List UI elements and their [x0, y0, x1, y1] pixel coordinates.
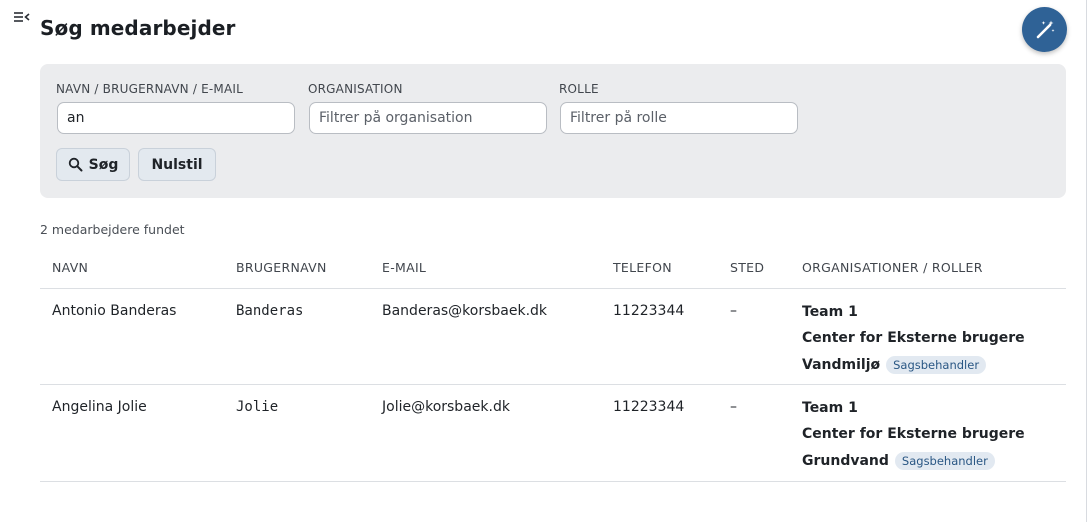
- organisation-filter-input[interactable]: [309, 102, 547, 134]
- organisation-filter-label: ORGANISATION: [308, 82, 403, 96]
- table-row[interactable]: Antonio Banderas Banderas Banderas@korsb…: [40, 288, 1066, 385]
- column-header-username: BRUGERNAVN: [236, 248, 382, 289]
- search-icon: [68, 157, 83, 172]
- employee-location: –: [730, 288, 802, 385]
- employee-organisations: Team 1 Center for Eksterne brugere Vandm…: [802, 288, 1066, 385]
- org-item: Grundvand Sagsbehandler: [802, 451, 1066, 470]
- employee-username: Banderas: [236, 288, 382, 385]
- employee-phone: 11223344: [613, 384, 730, 482]
- sidebar-collapse-icon[interactable]: [13, 10, 31, 24]
- org-name: Center for Eksterne brugere: [802, 426, 1025, 442]
- employee-name: Antonio Banderas: [40, 288, 236, 385]
- org-name: Vandmiljø: [802, 356, 881, 373]
- column-header-email: E-MAIL: [382, 248, 613, 289]
- magic-wand-button[interactable]: [1022, 7, 1067, 52]
- results-count: 2 medarbejdere fundet: [40, 222, 185, 237]
- org-name: Team 1: [802, 303, 858, 320]
- table-header-row: NAVN BRUGERNAVN E-MAIL TELEFON STED ORGA…: [40, 248, 1066, 289]
- search-filter-panel: NAVN / BRUGERNAVN / E-MAIL ORGANISATION …: [40, 64, 1066, 198]
- role-filter-label: ROLLE: [559, 82, 599, 96]
- role-badge: Sagsbehandler: [886, 355, 987, 374]
- employee-email: Banderas@korsbaek.dk: [382, 288, 613, 385]
- column-header-phone: TELEFON: [613, 248, 730, 289]
- org-name: Grundvand: [802, 452, 889, 469]
- name-search-input[interactable]: [57, 102, 295, 134]
- page-title: Søg medarbejder: [40, 16, 236, 40]
- search-button[interactable]: Søg: [56, 148, 130, 181]
- org-item: Team 1: [802, 399, 1066, 417]
- column-header-location: STED: [730, 248, 802, 289]
- column-header-name: NAVN: [40, 248, 236, 289]
- search-button-label: Søg: [88, 156, 119, 173]
- employee-phone: 11223344: [613, 288, 730, 385]
- role-badge: Sagsbehandler: [894, 451, 995, 470]
- reset-button-label: Nulstil: [151, 156, 203, 173]
- employee-username: Jolie: [236, 384, 382, 482]
- org-item: Center for Eksterne brugere: [802, 425, 1066, 443]
- table-row[interactable]: Angelina Jolie Jolie Jolie@korsbaek.dk 1…: [40, 384, 1066, 482]
- employee-organisations: Team 1 Center for Eksterne brugere Grund…: [802, 384, 1066, 482]
- org-item: Vandmiljø Sagsbehandler: [802, 355, 1066, 374]
- org-name: Center for Eksterne brugere: [802, 330, 1025, 346]
- org-name: Team 1: [802, 399, 858, 416]
- employee-name: Angelina Jolie: [40, 384, 236, 482]
- name-filter-label: NAVN / BRUGERNAVN / E-MAIL: [56, 82, 244, 96]
- org-item: Team 1: [802, 303, 1066, 321]
- employee-location: –: [730, 384, 802, 482]
- reset-button[interactable]: Nulstil: [138, 148, 216, 181]
- magic-wand-icon: [1036, 20, 1054, 38]
- column-header-organisations: ORGANISATIONER / ROLLER: [802, 248, 1066, 289]
- role-filter-input[interactable]: [560, 102, 798, 134]
- org-item: Center for Eksterne brugere: [802, 329, 1066, 347]
- results-table: NAVN BRUGERNAVN E-MAIL TELEFON STED ORGA…: [40, 248, 1066, 482]
- employee-email: Jolie@korsbaek.dk: [382, 384, 613, 482]
